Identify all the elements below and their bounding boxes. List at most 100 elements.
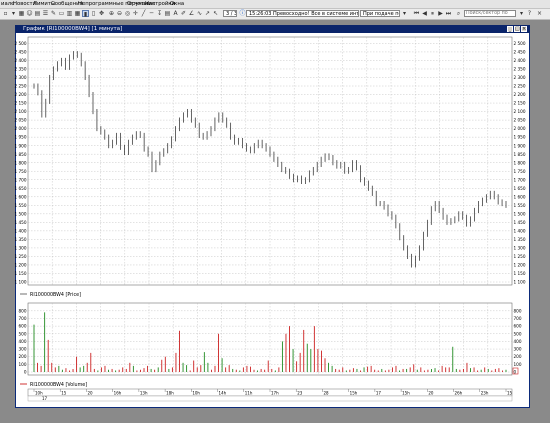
volume-tick-label-right: 400 (514, 339, 522, 344)
volume-tick-label-left: 300 (19, 347, 27, 352)
time-label: 26h (455, 391, 463, 396)
time-label: 18h (166, 391, 174, 396)
price-tick-label-right: 1 400 (514, 228, 526, 233)
price-tick-label-right: 1 450 (514, 220, 526, 225)
volume-tick-label-left: 0 (24, 370, 27, 375)
price-tick-label-left: 1 150 (15, 271, 27, 276)
price-tick-label-right: 2 100 (514, 109, 526, 114)
time-label: 10h (192, 391, 200, 396)
price-y-axis-left: 2 500 2 450 2 400 2 350 2 300 2 250 2 200 2 150… (15, 41, 27, 285)
price-tick-label-right: 1 700 (514, 177, 526, 182)
volume-y-axis-right: 8007006005004003002001000 (514, 308, 522, 374)
volume-tick-label-left: 800 (19, 308, 27, 313)
price-tick-label-left: 1 550 (15, 203, 27, 208)
chart-area[interactable]: 2 500 2 450 2 400 2 350 2 300 2 250 2 200 2 150… (0, 0, 550, 423)
price-tick-label-right: 2 250 (514, 84, 526, 89)
price-tick-label-right: 1 950 (514, 135, 526, 140)
price-tick-label-left: 1 700 (15, 177, 27, 182)
price-grid (28, 37, 512, 285)
time-label: 17h (271, 391, 279, 396)
time-label: 23h (481, 391, 489, 396)
price-tick-label-left: 1 200 (15, 263, 27, 268)
time-label: 17 (376, 391, 382, 396)
time-label: 16h (114, 391, 122, 396)
volume-tick-label-right: 600 (514, 324, 522, 329)
price-tick-label-left: 2 400 (15, 58, 27, 63)
volume-y-axis-left: 800 700 600 500 400 300 200 100 0 (19, 308, 27, 374)
volume-tick-label-left: 400 (19, 339, 27, 344)
price-tick-label-left: 2 350 (15, 67, 27, 72)
price-tick-label-left: 1 350 (15, 237, 27, 242)
price-tick-label-left: 1 400 (15, 228, 27, 233)
time-label: 15h (402, 391, 410, 396)
price-tick-label-left: 1 800 (15, 160, 27, 165)
price-tick-label-right: 2 200 (514, 92, 526, 97)
price-tick-label-left: 1 100 (15, 280, 27, 285)
price-tick-label-right: 2 400 (514, 58, 526, 63)
price-tick-label-right: 1 850 (514, 152, 526, 157)
time-label: 13h (140, 391, 148, 396)
time-label: 23 (297, 391, 303, 396)
time-label: 11h (245, 391, 253, 396)
price-tick-label-left: 2 000 (15, 126, 27, 131)
volume-tick-label-left: 700 (19, 316, 27, 321)
price-tick-label-left: 2 250 (15, 84, 27, 89)
price-tick-label-left: 2 100 (15, 109, 27, 114)
time-label: 14h (219, 391, 227, 396)
price-tick-label-right: 1 800 (514, 160, 526, 165)
price-tick-label-right: 2 500 (514, 41, 526, 46)
volume-tick-label-right: 500 (514, 331, 522, 336)
price-tick-label-left: 1 300 (15, 246, 27, 251)
price-legend: RI100000BW4 [Price] (30, 292, 81, 298)
volume-tick-label-left: 200 (19, 354, 27, 359)
volume-tick-label-right: 200 (514, 354, 522, 359)
volume-tick-label-right: 300 (514, 347, 522, 352)
volume-tick-label-right: 100 (514, 362, 522, 367)
price-tick-label-right: 2 000 (514, 126, 526, 131)
time-sub-label: 17 (42, 396, 48, 401)
price-tick-label-left: 1 250 (15, 254, 27, 259)
price-tick-label-right: 1 300 (514, 246, 526, 251)
time-label: 28 (323, 391, 329, 396)
time-label: 15h (350, 391, 358, 396)
price-tick-label-left: 2 150 (15, 101, 27, 106)
time-label: 20 (87, 391, 93, 396)
price-tick-label-right: 1 250 (514, 254, 526, 259)
price-tick-label-right: 2 350 (514, 67, 526, 72)
price-tick-label-right: 1 600 (514, 194, 526, 199)
time-label: 20 (428, 391, 434, 396)
time-label: 15 (507, 391, 513, 396)
price-tick-label-right: 1 100 (514, 280, 526, 285)
price-tick-label-right: 2 050 (514, 118, 526, 123)
price-tick-label-right: 2 300 (514, 75, 526, 80)
price-tick-label-right: 1 550 (514, 203, 526, 208)
price-tick-label-right: 2 150 (514, 101, 526, 106)
price-tick-label-left: 1 650 (15, 186, 27, 191)
price-tick-label-left: 2 200 (15, 92, 27, 97)
price-tick-label-right: 1 200 (514, 263, 526, 268)
price-tick-label-left: 1 950 (15, 135, 27, 140)
volume-tick-label-left: 100 (19, 362, 27, 367)
price-y-axis-right: 2 500 2 450 2 400 2 350 2 300 2 250 2 200 2 150… (514, 41, 526, 285)
time-label: 15 (61, 391, 67, 396)
price-tick-label-left: 2 500 (15, 41, 27, 46)
volume-tick-label-left: 600 (19, 324, 27, 329)
price-tick-label-right: 1 900 (514, 143, 526, 148)
price-tick-label-left: 1 750 (15, 169, 27, 174)
price-tick-label-right: 1 650 (514, 186, 526, 191)
price-tick-label-left: 1 600 (15, 194, 27, 199)
price-tick-label-left: 2 050 (15, 118, 27, 123)
price-tick-label-right: 1 750 (514, 169, 526, 174)
price-tick-label-left: 1 900 (15, 143, 27, 148)
price-tick-label-left: 1 500 (15, 211, 27, 216)
volume-tick-label-left: 500 (19, 331, 27, 336)
price-tick-label-right: 1 150 (514, 271, 526, 276)
price-tick-label-right: 2 450 (514, 50, 526, 55)
price-tick-label-left: 2 450 (15, 50, 27, 55)
price-tick-label-right: 1 500 (514, 211, 526, 216)
volume-tick-label-right: 800 (514, 308, 522, 313)
volume-legend: RI100000BW4 [Volume] (30, 382, 87, 388)
price-tick-label-left: 1 450 (15, 220, 27, 225)
volume-tick-label-right: 700 (514, 316, 522, 321)
time-subaxis (27, 395, 513, 402)
